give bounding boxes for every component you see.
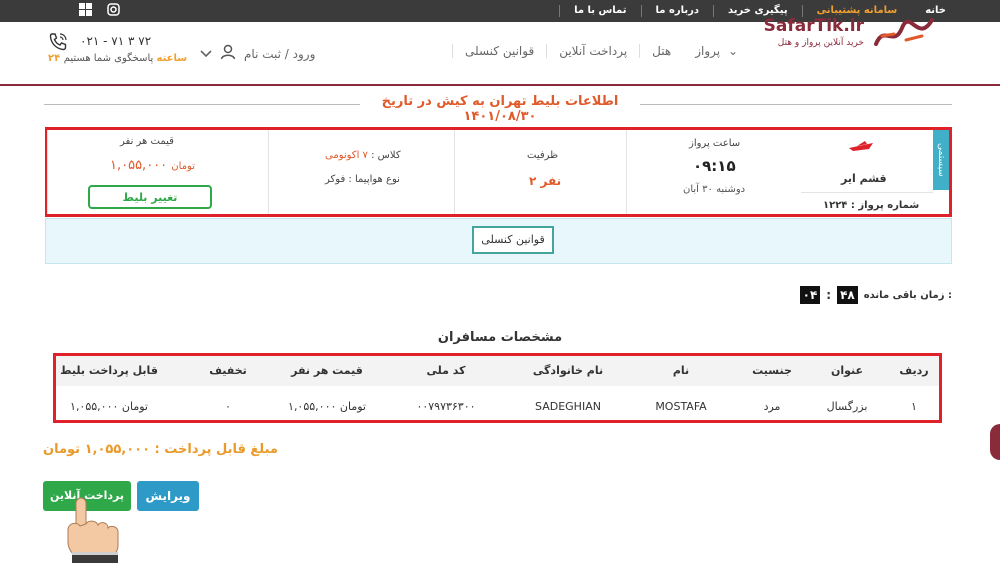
price-amount: ۱,۰۵۵,۰۰۰ bbox=[110, 158, 168, 173]
flight-info-card: سیستمی قشم ایر شماره پرواز : ۱۲۲۴ ساعت پ… bbox=[45, 127, 952, 217]
logo-text: SafarTik.ir bbox=[763, 16, 864, 36]
timer-label: زمان باقی مانده : bbox=[863, 289, 952, 301]
table-header-cell: ردیف bbox=[899, 364, 929, 377]
price-value: تومان ۱,۰۵۵,۰۰۰ bbox=[110, 158, 195, 173]
passenger-title: بزرگسال bbox=[826, 400, 868, 413]
aircraft-info: نوع هواپیما : فوکر bbox=[325, 174, 400, 185]
logo-subtitle: خرید آنلاین پرواز و هتل bbox=[777, 38, 864, 48]
logo[interactable]: SafarTik.ir خرید آنلاین پرواز و هتل bbox=[764, 14, 936, 54]
nav-cancel-rules[interactable]: قوانین کنسلی bbox=[452, 44, 546, 58]
countdown-timer: زمان باقی مانده : ۴۸ : ۰۴ bbox=[799, 286, 952, 304]
system-tag: سیستمی bbox=[933, 130, 949, 190]
table-header-cell: تخفیف bbox=[209, 364, 247, 377]
nav-flight-label: پرواز bbox=[695, 44, 721, 58]
capacity-column: ظرفیت ۲ نفر bbox=[454, 130, 627, 214]
table-header-cell: نام خانوادگی bbox=[532, 364, 604, 377]
passenger-first-name: MOSTAFA bbox=[655, 400, 707, 413]
passenger-price: ۱,۰۵۵,۰۰۰ تومان bbox=[288, 400, 366, 413]
timer-colon: : bbox=[826, 288, 832, 302]
aircraft-label: نوع هواپیما : bbox=[348, 174, 400, 185]
flight-time-column: ساعت پرواز ۰۹:۱۵ دوشنبه ۳۰ آبان bbox=[626, 130, 801, 214]
total-payable: مبلغ قابل پرداخت : ۱,۰۵۵,۰۰۰ تومان bbox=[43, 442, 278, 457]
passenger-payable: ۱,۰۵۵,۰۰۰ تومان bbox=[70, 400, 148, 413]
timer-minutes: ۴۸ bbox=[837, 286, 858, 304]
cancel-rules-button[interactable]: قوانین کنسلی bbox=[472, 226, 554, 254]
phone-number[interactable]: ۰۲۱ - ۷۱ ۳ ۷۲ bbox=[80, 34, 151, 48]
login-area[interactable]: ورود / ثبت نام bbox=[200, 44, 315, 63]
flight-number: شماره پرواز : ۱۲۲۴ bbox=[823, 200, 919, 211]
table-header-cell: عنوان bbox=[830, 364, 864, 377]
nav-online-payment[interactable]: پرداخت آنلاین bbox=[546, 44, 639, 58]
top-nav-contact[interactable]: تماس با ما bbox=[559, 5, 640, 17]
price-column: قیمت هر نفر تومان ۱,۰۵۵,۰۰۰ تغییر بلیط bbox=[47, 130, 269, 214]
nav-hotel[interactable]: هتل bbox=[639, 44, 683, 58]
cancel-rules-panel: قوانین کنسلی bbox=[45, 218, 952, 264]
chevron-down-icon bbox=[200, 47, 212, 61]
passengers-table: ردیف عنوان جنسیت نام نام خانوادگی کد ملی… bbox=[53, 353, 942, 423]
passengers-title: مشخصات مسافران bbox=[437, 330, 563, 345]
pointing-hand-icon bbox=[67, 497, 119, 563]
logo-mark-icon bbox=[874, 18, 934, 46]
chevron-down-icon: ⌄ bbox=[727, 44, 738, 58]
table-header-cell: قابل پرداخت بلیط bbox=[60, 364, 158, 377]
passenger-gender: مرد bbox=[763, 400, 781, 413]
airline-name: قشم ایر bbox=[841, 172, 887, 185]
flight-date: دوشنبه ۳۰ آبان bbox=[683, 184, 746, 195]
passenger-national-id: ۰۰۷۹۷۳۶۳۰۰ bbox=[416, 400, 476, 413]
class-column: کلاس : ۷ اکونومی نوع هواپیما : فوکر bbox=[268, 130, 455, 214]
flight-time: ۰۹:۱۵ bbox=[693, 157, 736, 175]
price-label: قیمت هر نفر bbox=[120, 136, 174, 147]
flight-time-label: ساعت پرواز bbox=[689, 138, 741, 149]
timer-seconds: ۰۴ bbox=[799, 286, 821, 304]
login-link[interactable]: ورود / ثبت نام bbox=[244, 47, 315, 61]
table-header bbox=[56, 356, 939, 386]
table-header-cell: قیمت هر نفر bbox=[291, 364, 363, 377]
table-header-cell: نام bbox=[672, 364, 690, 377]
timer-label-text: زمان باقی مانده bbox=[863, 289, 945, 301]
airline-column: سیستمی قشم ایر شماره پرواز : ۱۲۲۴ bbox=[801, 130, 949, 214]
phone-icon bbox=[49, 33, 67, 51]
user-icon bbox=[220, 44, 236, 63]
section-title: اطلاعات بلیط تهران به کیش در تاریخ ۱۴۰۱/… bbox=[360, 94, 640, 124]
main-nav: پرواز ⌄ هتل پرداخت آنلاین قوانین کنسلی bbox=[452, 44, 750, 58]
nav-flight[interactable]: پرواز ⌄ bbox=[683, 44, 750, 58]
change-ticket-button[interactable]: تغییر بلیط bbox=[88, 185, 212, 209]
capacity-label: ظرفیت bbox=[527, 150, 559, 161]
instagram-icon[interactable] bbox=[106, 3, 120, 17]
passenger-discount: ۰ bbox=[225, 400, 231, 413]
table-header-cell: کد ملی bbox=[426, 364, 466, 377]
social-links bbox=[78, 3, 120, 17]
price-currency: تومان bbox=[171, 161, 195, 172]
capacity-value: ۲ نفر bbox=[529, 174, 562, 188]
class-info: کلاس : ۷ اکونومی bbox=[325, 150, 401, 161]
edit-button[interactable]: ویرایش bbox=[137, 481, 199, 511]
top-nav-about[interactable]: درباره ما bbox=[640, 5, 714, 17]
passenger-last-name: SADEGHIAN bbox=[535, 400, 601, 413]
side-chat-tab[interactable] bbox=[990, 424, 1000, 460]
support-desc: پاسخگوی شما هستیم bbox=[63, 53, 154, 64]
support-text: ۲۴ ساعته پاسخگوی شما هستیم bbox=[48, 53, 187, 64]
airline-logo-icon bbox=[849, 141, 873, 151]
class-label: کلاس : bbox=[371, 150, 401, 161]
table-header-cell: جنسیت bbox=[752, 364, 792, 377]
row-index: ۱ bbox=[911, 400, 917, 413]
flight-number-label: شماره پرواز : bbox=[850, 200, 920, 211]
class-value: ۷ اکونومی bbox=[325, 150, 368, 161]
windows-icon[interactable] bbox=[78, 3, 92, 17]
aircraft-value: فوکر bbox=[325, 174, 346, 185]
flight-number-value: ۱۲۲۴ bbox=[823, 200, 848, 211]
